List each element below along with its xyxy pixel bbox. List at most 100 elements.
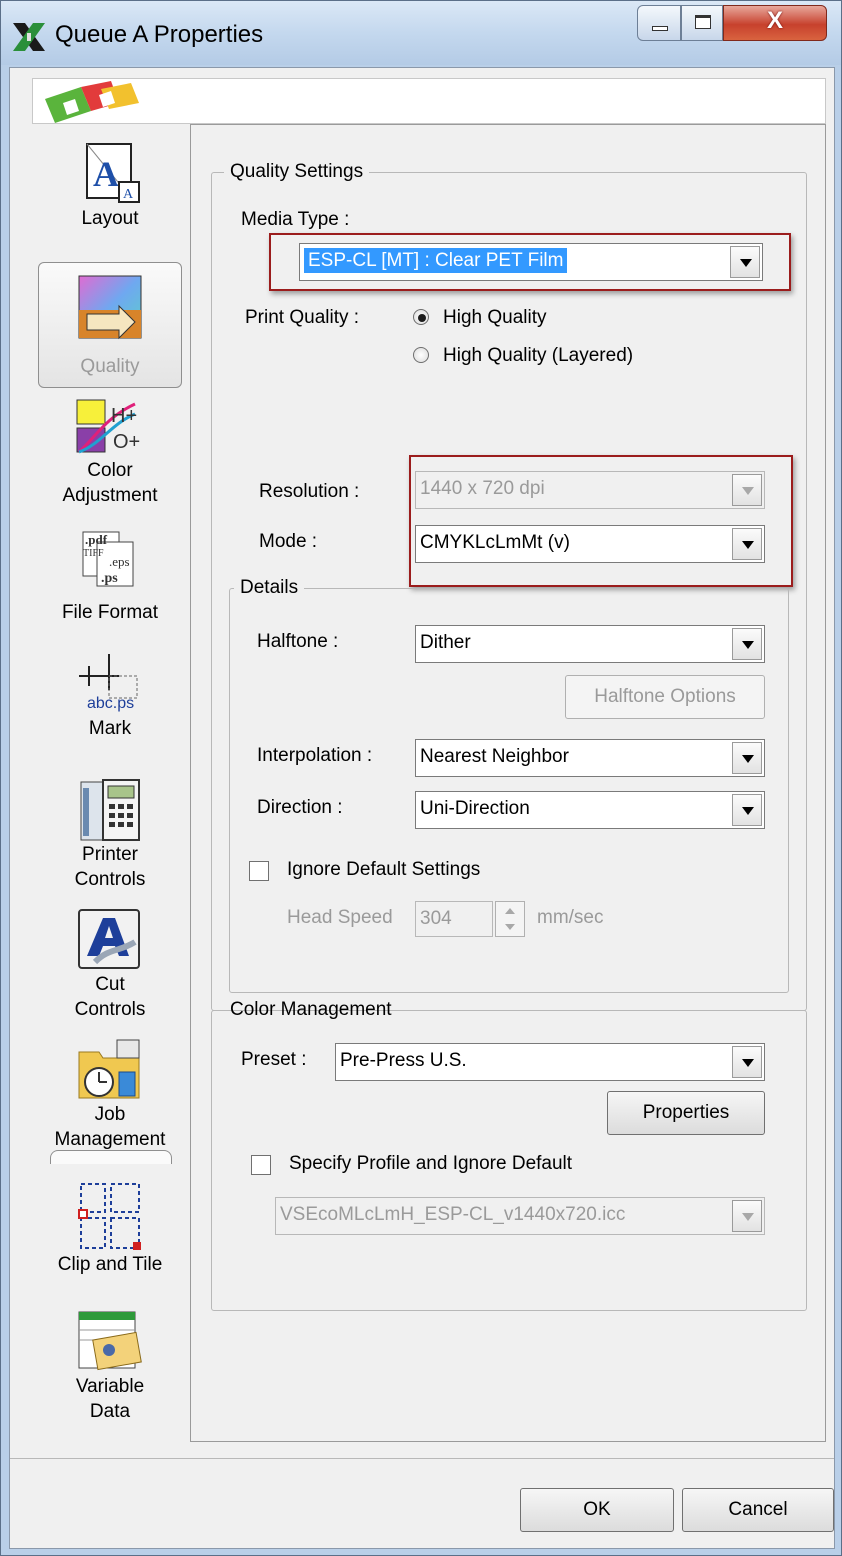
halftone-select[interactable]: Dither: [415, 625, 765, 663]
head-speed-input[interactable]: 304: [415, 901, 493, 937]
nav-label-job: Job: [94, 1104, 126, 1125]
window-title: Queue A Properties: [55, 21, 264, 48]
mark-icon: abc.ps: [79, 654, 138, 712]
app-logo-icon: [13, 23, 45, 51]
quality-icon: [78, 275, 142, 340]
cancel-button[interactable]: Cancel: [682, 1488, 834, 1532]
nav-item-file-format[interactable]: .pdf TIFF .eps .ps File Format: [40, 528, 180, 625]
cut-controls-icon: [78, 909, 140, 969]
file-format-icon: .pdf TIFF .eps .ps: [82, 531, 134, 587]
profile-value: VSEcoMLcLmH_ESP-CL_v1440x720.icc: [280, 1204, 626, 1225]
chevron-down-icon[interactable]: [732, 742, 762, 774]
nav-label-data: Data: [89, 1401, 131, 1422]
nav-item-clip-and-tile[interactable]: Clip and Tile: [40, 1180, 180, 1277]
nav-label-mark: Mark: [88, 718, 132, 739]
title-bar[interactable]: Queue A Properties X: [1, 1, 841, 65]
arrow-down-icon[interactable]: [505, 924, 515, 930]
preset-value: Pre-Press U.S.: [340, 1050, 467, 1071]
head-speed-label: Head Speed: [287, 907, 393, 928]
print-quality-label: Print Quality :: [245, 307, 360, 328]
nav-label-cut-controls: Controls: [74, 999, 146, 1020]
file-format-tiff-text: TIFF: [83, 548, 104, 559]
dialog-client: A A Layout Quality H+ O+ Color Adjustmen…: [9, 67, 835, 1549]
file-format-ps-text: .ps: [101, 571, 118, 586]
minimize-icon: [652, 26, 668, 31]
nav-label-printer: Printer: [82, 844, 138, 865]
profile-select[interactable]: VSEcoMLcLmH_ESP-CL_v1440x720.icc: [275, 1197, 765, 1235]
radio-high-quality[interactable]: [413, 309, 429, 325]
halftone-value: Dither: [420, 632, 471, 653]
nav-scroll-grip[interactable]: [50, 1150, 172, 1164]
nav-label-clip-and-tile: Clip and Tile: [57, 1254, 163, 1275]
ignore-default-label[interactable]: Ignore Default Settings: [287, 859, 480, 881]
clip-and-tile-icon: [78, 1183, 141, 1250]
nav-label-variable: Variable: [75, 1376, 145, 1397]
chevron-down-icon[interactable]: [732, 1046, 762, 1078]
nav-item-quality[interactable]: Quality: [40, 274, 180, 379]
layout-icon: A A: [86, 143, 140, 203]
color-adjustment-icon: H+ O+: [76, 399, 140, 454]
head-speed-stepper[interactable]: [495, 901, 525, 937]
quality-settings-title: Quality Settings: [230, 161, 364, 182]
minimize-button[interactable]: [637, 5, 681, 41]
file-format-pdf-text: .pdf: [85, 532, 108, 547]
maximize-icon: [695, 15, 711, 29]
nav-item-color-adjustment[interactable]: H+ O+ Color Adjustment: [40, 398, 180, 508]
direction-value: Uni-Direction: [420, 798, 530, 819]
nav-label-quality: Quality: [80, 356, 140, 377]
mark-icon-text: abc.ps: [87, 695, 134, 712]
ignore-default-checkbox[interactable]: [249, 861, 269, 881]
ok-button[interactable]: OK: [520, 1488, 674, 1532]
interpolation-select[interactable]: Nearest Neighbor: [415, 739, 765, 777]
header-banner: [32, 78, 826, 124]
chevron-down-icon[interactable]: [732, 628, 762, 660]
chevron-down-icon[interactable]: [732, 1200, 762, 1232]
color-management-title: Color Management: [230, 999, 392, 1020]
close-button[interactable]: X: [723, 5, 827, 41]
nav-label-color: Color: [87, 460, 133, 481]
nav-item-layout[interactable]: A A Layout: [40, 142, 180, 231]
svg-text:A: A: [93, 154, 119, 194]
nav-label-layout: Layout: [81, 208, 139, 229]
chevron-down-icon[interactable]: [732, 794, 762, 826]
svg-text:A: A: [123, 187, 134, 202]
interpolation-label: Interpolation :: [257, 745, 373, 766]
nav-label-controls: Controls: [74, 869, 146, 890]
nav-item-variable-data[interactable]: Variable Data: [40, 1310, 180, 1424]
file-format-eps-text: .eps: [109, 554, 130, 569]
footer-divider: [10, 1458, 834, 1459]
variable-data-icon: [78, 1311, 142, 1371]
nav-item-cut-controls[interactable]: Cut Controls: [40, 908, 180, 1022]
arrow-up-icon[interactable]: [505, 908, 515, 914]
interpolation-value: Nearest Neighbor: [420, 746, 569, 767]
mode-label: Mode :: [259, 531, 318, 552]
svg-text:O+: O+: [113, 431, 140, 453]
head-speed-unit: mm/sec: [537, 907, 604, 928]
direction-label: Direction :: [257, 797, 343, 818]
specify-profile-label[interactable]: Specify Profile and Ignore Default: [289, 1153, 572, 1175]
nav-label-management: Management: [54, 1129, 166, 1150]
nav-item-printer-controls[interactable]: Printer Controls: [40, 778, 180, 892]
direction-select[interactable]: Uni-Direction: [415, 791, 765, 829]
maximize-button[interactable]: [681, 5, 723, 41]
high-quality-layered-label[interactable]: High Quality (Layered): [443, 345, 633, 367]
nav-label-adjustment: Adjustment: [62, 485, 158, 506]
halftone-label: Halftone :: [257, 631, 339, 652]
close-icon: X: [766, 7, 783, 34]
nav-item-mark[interactable]: abc.ps Mark: [40, 650, 180, 741]
media-type-highlight: [269, 233, 791, 291]
properties-button[interactable]: Properties: [607, 1091, 765, 1135]
banner-logo-icon: [45, 81, 139, 123]
details-title: Details: [240, 577, 299, 598]
nav-item-job-management[interactable]: Job Management: [40, 1038, 180, 1152]
specify-profile-checkbox[interactable]: [251, 1155, 271, 1175]
radio-high-quality-layered[interactable]: [413, 347, 429, 363]
printer-controls-icon: [80, 779, 140, 841]
properties-window: Queue A Properties X A A Layout Quality …: [0, 0, 842, 1556]
halftone-options-button[interactable]: Halftone Options: [565, 675, 765, 719]
resolution-label: Resolution :: [259, 481, 360, 502]
preset-select[interactable]: Pre-Press U.S.: [335, 1043, 765, 1081]
high-quality-label[interactable]: High Quality: [443, 307, 547, 329]
nav-label-file-format: File Format: [61, 602, 159, 623]
preset-label: Preset :: [241, 1049, 307, 1070]
